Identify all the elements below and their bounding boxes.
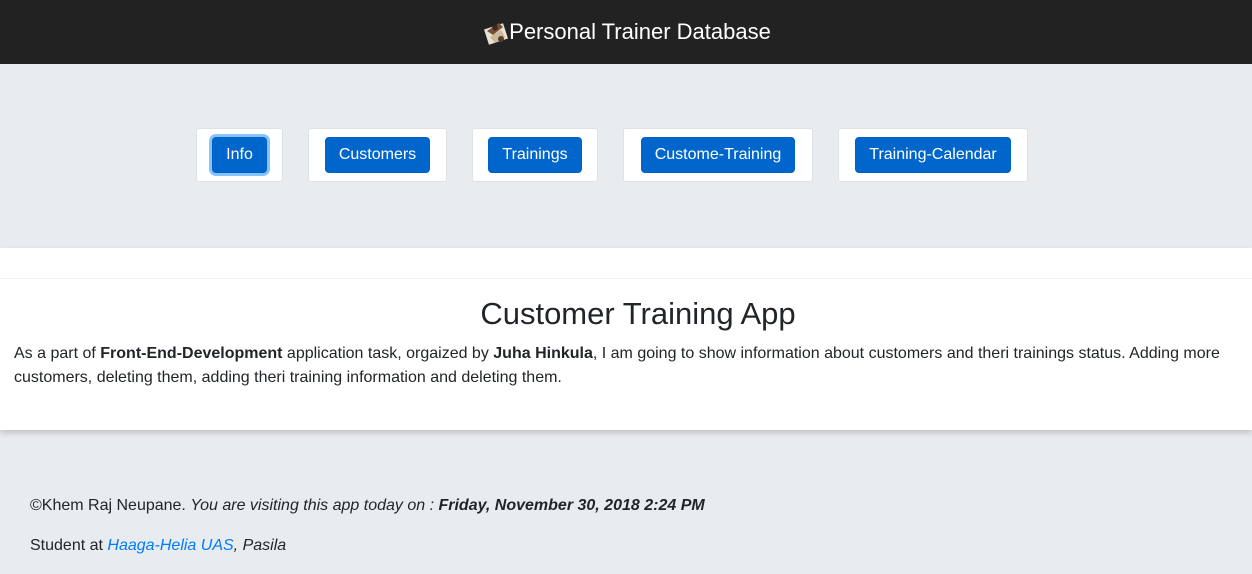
footer: ©Khem Raj Neupane. You are visiting this… — [30, 494, 705, 574]
info-content: Customer Training App As a part of Front… — [0, 248, 1252, 430]
student-line: Student at Haaga-Helia UAS, Pasila — [30, 534, 705, 558]
trainings-button[interactable]: Trainings — [488, 137, 582, 173]
trainer-logo-icon — [484, 23, 509, 45]
nav-card-trainings: Trainings — [472, 128, 598, 182]
copyright-line: ©Khem Raj Neupane. You are visiting this… — [30, 494, 705, 518]
brand[interactable]: Personal Trainer Database — [481, 16, 771, 48]
training-calendar-button[interactable]: Training-Calendar — [855, 137, 1011, 173]
teacher-name: Juha Hinkula — [493, 345, 593, 362]
nav-card-customers: Customers — [308, 128, 447, 182]
navigation-panel: Info Customers Trainings Custome-Trainin… — [0, 64, 1252, 248]
intro-prefix: As a part of — [14, 345, 101, 362]
app-brand-title: Personal Trainer Database — [509, 19, 771, 44]
nav-card-info: Info — [196, 128, 283, 182]
copyright-text: ©Khem Raj Neupane. — [30, 497, 191, 514]
custome-training-button[interactable]: Custome-Training — [640, 137, 796, 173]
course-name: Front-End-Development — [100, 345, 283, 362]
divider — [0, 278, 1252, 279]
nav-card-custome-training: Custome-Training — [623, 128, 813, 182]
visit-text: You are visiting this app today on : — [190, 497, 439, 514]
top-navbar: Personal Trainer Database — [0, 0, 1252, 64]
school-link[interactable]: Haaga-Helia UAS — [107, 537, 233, 554]
student-prefix: Student at — [30, 537, 108, 554]
intro-middle: application task, orgaized by — [282, 345, 494, 362]
app-description: As a part of Front-End-Development appli… — [14, 342, 1252, 390]
info-button[interactable]: Info — [212, 137, 267, 173]
page-title: Customer Training App — [480, 296, 796, 331]
visit-date: Friday, November 30, 2018 2:24 PM — [438, 497, 705, 514]
campus-text: , Pasila — [233, 537, 287, 554]
customers-button[interactable]: Customers — [324, 137, 431, 173]
nav-card-training-calendar: Training-Calendar — [838, 128, 1028, 182]
